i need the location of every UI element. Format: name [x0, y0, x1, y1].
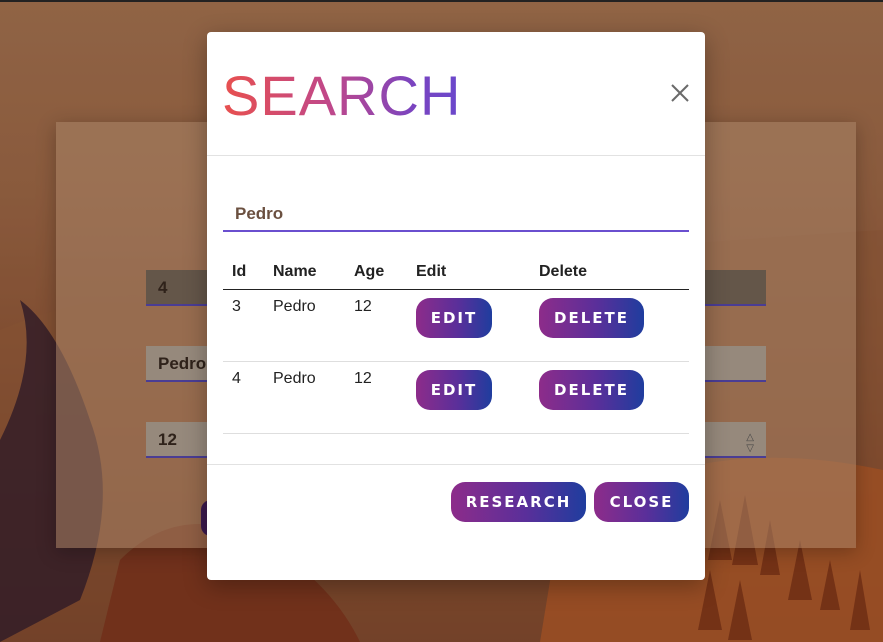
table-header-row: Id Name Age Edit Delete: [223, 256, 689, 290]
cell-delete: DELETE: [530, 289, 689, 362]
table-row: 4 Pedro 12 EDIT DELETE: [223, 361, 689, 434]
delete-button[interactable]: DELETE: [539, 369, 644, 410]
results-table: Id Name Age Edit Delete 3 Pedro 12 EDIT …: [223, 256, 689, 434]
cell-id: 3: [223, 289, 264, 362]
cell-name: Pedro: [264, 289, 345, 362]
modal-footer: RESEARCH CLOSE: [207, 464, 705, 580]
delete-button[interactable]: DELETE: [539, 297, 644, 338]
column-header-id: Id: [223, 256, 264, 290]
column-header-name: Name: [264, 256, 345, 290]
modal-header: SEARCH: [207, 32, 705, 156]
edit-button[interactable]: EDIT: [416, 297, 492, 338]
search-modal: SEARCH Id Name Age Edit Delete 3 Pedro: [207, 32, 705, 580]
table-row: 3 Pedro 12 EDIT DELETE: [223, 289, 689, 362]
modal-body: Id Name Age Edit Delete 3 Pedro 12 EDIT …: [207, 156, 705, 464]
column-header-edit: Edit: [407, 256, 530, 290]
cell-edit: EDIT: [407, 361, 530, 434]
close-button[interactable]: CLOSE: [594, 482, 689, 522]
cell-age: 12: [345, 361, 407, 434]
close-icon[interactable]: [669, 82, 691, 104]
column-header-age: Age: [345, 256, 407, 290]
cell-age: 12: [345, 289, 407, 362]
cell-delete: DELETE: [530, 361, 689, 434]
search-input[interactable]: [223, 197, 689, 232]
cell-id: 4: [223, 361, 264, 434]
cell-name: Pedro: [264, 361, 345, 434]
modal-title: SEARCH: [222, 64, 462, 127]
edit-button[interactable]: EDIT: [416, 369, 492, 410]
column-header-delete: Delete: [530, 256, 689, 290]
research-button[interactable]: RESEARCH: [451, 482, 586, 522]
cell-edit: EDIT: [407, 289, 530, 362]
